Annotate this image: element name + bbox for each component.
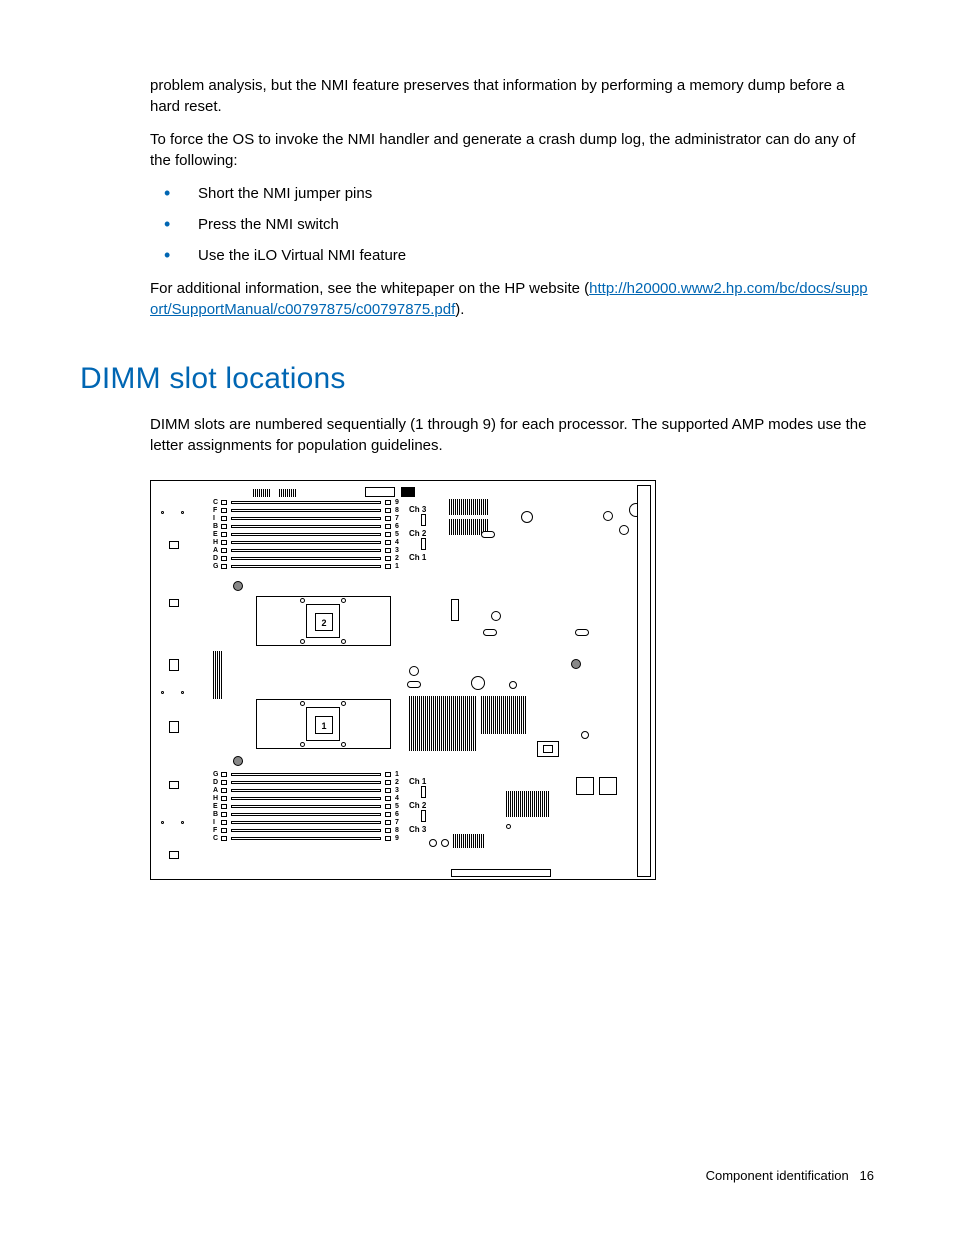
section-paragraph: DIMM slots are numbered sequentially (1 … — [150, 414, 874, 456]
slot-number: 2 — [395, 779, 399, 786]
slot-letter: B — [213, 811, 218, 818]
dimm-slot-row: D2 — [213, 779, 403, 786]
dimm-slot-row: H4 — [213, 539, 403, 546]
slot-number: 9 — [395, 835, 399, 842]
dimm-slot-row: I7 — [213, 819, 403, 826]
slot-letter: G — [213, 771, 218, 778]
bullet-list: Short the NMI jumper pins Press the NMI … — [150, 183, 874, 266]
slot-number: 3 — [395, 547, 399, 554]
dimm-slot-row: A3 — [213, 787, 403, 794]
slot-letter: B — [213, 523, 218, 530]
channel-label: Ch 1 — [409, 552, 426, 563]
dimm-slot-row: H4 — [213, 795, 403, 802]
bullet-item: Press the NMI switch — [150, 214, 874, 235]
dimm-slot-row: A3 — [213, 547, 403, 554]
slot-letter: D — [213, 555, 218, 562]
slot-letter: C — [213, 835, 218, 842]
section-heading-dimm: DIMM slot locations — [80, 358, 874, 400]
dimm-slot-row: D2 — [213, 555, 403, 562]
bullet-item: Short the NMI jumper pins — [150, 183, 874, 204]
slot-letter: A — [213, 547, 218, 554]
slot-number: 7 — [395, 515, 399, 522]
page-footer: Component identification 16 — [706, 1167, 874, 1185]
dimm-slot-row: E5 — [213, 531, 403, 538]
dimm-slot-row: G1 — [213, 563, 403, 570]
slot-number: 8 — [395, 827, 399, 834]
paragraph-intro-1: problem analysis, but the NMI feature pr… — [150, 75, 874, 117]
slot-number: 1 — [395, 771, 399, 778]
dimm-slot-row: B6 — [213, 811, 403, 818]
slot-number: 4 — [395, 539, 399, 546]
slot-letter: C — [213, 499, 218, 506]
slot-number: 7 — [395, 819, 399, 826]
slot-number: 2 — [395, 555, 399, 562]
paragraph-link: For additional information, see the whit… — [150, 278, 874, 320]
slot-number: 3 — [395, 787, 399, 794]
cpu-socket-2: 2 — [306, 604, 340, 638]
slot-number: 4 — [395, 795, 399, 802]
dimm-slot-row: B6 — [213, 523, 403, 530]
slot-number: 9 — [395, 499, 399, 506]
slot-number: 5 — [395, 531, 399, 538]
slot-letter: F — [213, 507, 217, 514]
slot-letter: E — [213, 803, 218, 810]
slot-letter: I — [213, 515, 215, 522]
slot-letter: E — [213, 531, 218, 538]
slot-letter: F — [213, 827, 217, 834]
motherboard-diagram: C9F8I7B6E5H4A3D2G1 Ch 3 Ch 2 Ch 1 — [150, 480, 656, 880]
slot-letter: H — [213, 795, 218, 802]
dimm-slot-row: I7 — [213, 515, 403, 522]
cpu-socket-1: 1 — [306, 707, 340, 741]
dimm-slot-row: F8 — [213, 507, 403, 514]
dimm-slot-row: G1 — [213, 771, 403, 778]
slot-letter: A — [213, 787, 218, 794]
slot-number: 6 — [395, 523, 399, 530]
dimm-slot-row: F8 — [213, 827, 403, 834]
slot-number: 6 — [395, 811, 399, 818]
slot-number: 8 — [395, 507, 399, 514]
slot-letter: H — [213, 539, 218, 546]
dimm-slot-row: E5 — [213, 803, 403, 810]
slot-letter: G — [213, 563, 218, 570]
slot-number: 5 — [395, 803, 399, 810]
dimm-slot-row: C9 — [213, 835, 403, 842]
slot-letter: D — [213, 779, 218, 786]
paragraph-intro-2: To force the OS to invoke the NMI handle… — [150, 129, 874, 171]
slot-letter: I — [213, 819, 215, 826]
dimm-slot-row: C9 — [213, 499, 403, 506]
slot-number: 1 — [395, 563, 399, 570]
bullet-item: Use the iLO Virtual NMI feature — [150, 245, 874, 266]
channel-label: Ch 3 — [409, 824, 426, 835]
